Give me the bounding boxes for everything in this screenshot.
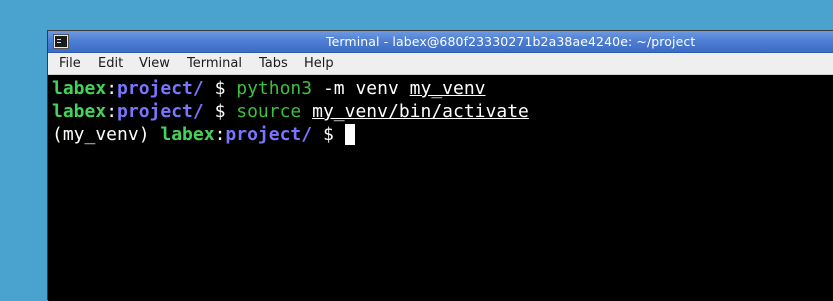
prompt-user: labex <box>160 124 215 145</box>
terminal-window[interactable]: Terminal - labex@680f23330271b2a38ae4240… <box>47 30 833 301</box>
terminal-output[interactable]: labex:project/ $ python3 -m venv my_venv… <box>48 75 833 301</box>
command-args <box>301 101 312 122</box>
terminal-line: labex:project/ $ source my_venv/bin/acti… <box>52 100 833 123</box>
menubar: File Edit View Terminal Tabs Help <box>48 53 833 75</box>
prompt-symbol: $ <box>312 124 345 145</box>
prompt-symbol: $ <box>203 78 237 99</box>
prompt-path: project/ <box>117 78 204 99</box>
desktop-background: Terminal - labex@680f23330271b2a38ae4240… <box>0 0 833 301</box>
prompt-separator: : <box>106 78 118 99</box>
command-path-arg: my_venv/bin/activate <box>312 101 529 122</box>
terminal-icon[interactable] <box>53 34 69 49</box>
menu-edit[interactable]: Edit <box>98 56 123 71</box>
prompt-symbol: $ <box>203 101 237 122</box>
menu-help[interactable]: Help <box>304 56 334 71</box>
window-titlebar[interactable]: Terminal - labex@680f23330271b2a38ae4240… <box>48 31 833 53</box>
prompt-user: labex <box>52 101 107 122</box>
window-title: Terminal - labex@680f23330271b2a38ae4240… <box>326 34 696 49</box>
prompt-path: project/ <box>225 124 313 145</box>
menu-file[interactable]: File <box>59 56 81 71</box>
command-name: python3 <box>236 78 313 99</box>
prompt-separator: : <box>106 101 118 122</box>
command-name: source <box>236 101 302 122</box>
menu-terminal[interactable]: Terminal <box>187 56 242 71</box>
terminal-line: (my_venv) labex:project/ $ <box>52 123 833 146</box>
terminal-line: labex:project/ $ python3 -m venv my_venv <box>52 77 833 100</box>
venv-indicator: (my_venv) <box>52 124 161 145</box>
menu-view[interactable]: View <box>139 56 170 71</box>
prompt-path: project/ <box>117 101 204 122</box>
command-path-arg: my_venv <box>409 78 486 99</box>
prompt-user: labex <box>52 78 107 99</box>
text-cursor <box>344 124 355 145</box>
command-args: -m venv <box>312 78 410 99</box>
menu-tabs[interactable]: Tabs <box>259 56 288 71</box>
prompt-separator: : <box>214 124 226 145</box>
